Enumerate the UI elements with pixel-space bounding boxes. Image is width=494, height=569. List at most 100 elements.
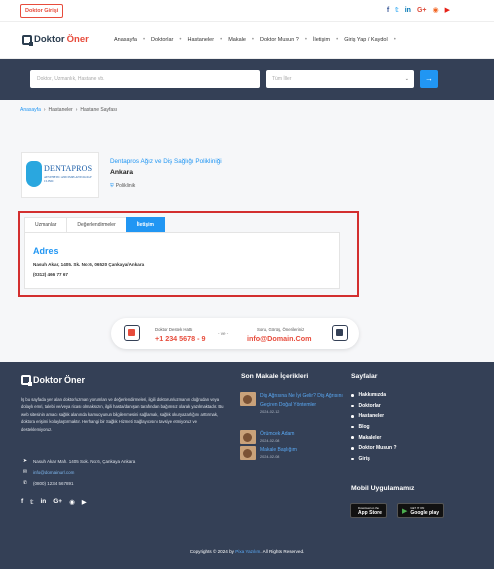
article-date: 2024-02-08 <box>260 439 280 443</box>
main-nav: Anasayfa • Doktorlar • Hastaneler • Makale • Dok… <box>114 37 402 43</box>
footer-page-link[interactable]: Doktorlar <box>351 401 397 412</box>
nav-separator-icon: • <box>179 37 182 43</box>
google-play-label: Google play <box>410 509 440 516</box>
doctor-login-button[interactable]: Doktor Girişi <box>20 4 64 18</box>
site-logo[interactable]: Doktor Öner <box>22 34 89 46</box>
article-item[interactable]: Makale Başlığım 2024-02-08 <box>240 446 350 460</box>
rss-icon[interactable]: ◉ <box>433 6 439 15</box>
tab-panel <box>24 232 340 289</box>
copyright-suffix: . All Rights Reserved. <box>260 549 305 554</box>
clinic-logo: DENTAPROS AESTHETIC AND IMPLANTOLOGY CLI… <box>21 152 99 198</box>
footer-address-text: Nasuh Akar Mah. 1405 Sok. No:6, Çankaya … <box>33 458 136 464</box>
app-store-label: App Store <box>358 509 382 516</box>
app-store-button[interactable]: Download on the App Store <box>350 503 387 518</box>
footer-page-label: Doktor Musun ? <box>358 445 397 452</box>
footer-linkedin-icon[interactable]: in <box>40 498 46 506</box>
footer-email[interactable]: ✉ info@domainurl.com <box>21 469 74 475</box>
city-select[interactable]: Tüm İller ⌄ <box>266 70 414 88</box>
nav-item-2[interactable]: Hastaneler <box>187 37 214 43</box>
search-input[interactable]: Doktor, Uzmanlık, Hastane vb. <box>30 70 260 88</box>
support-email[interactable]: info@Domain.Com <box>247 334 312 343</box>
breadcrumb-home[interactable]: Anasayfa <box>20 107 41 113</box>
copyright-prefix: Copyrights © 2024 by <box>189 549 234 554</box>
nav-separator-icon: • <box>251 37 255 43</box>
arrow-right-icon: → <box>425 74 433 83</box>
articles-heading: Son Makale İçerikleri <box>241 373 309 380</box>
article-title[interactable]: Örümcek Adam <box>260 430 350 439</box>
google-plus-icon[interactable]: G+ <box>417 6 427 15</box>
clinic-title[interactable]: Dentapros Ağız ve Diş Sağlığı Polikliniğ… <box>110 158 222 165</box>
footer-page-link[interactable]: Makaleler <box>351 432 397 443</box>
hospital-icon: ⛨ <box>110 183 114 189</box>
nav-item-3[interactable]: Makale <box>228 37 246 43</box>
nav-separator-icon: • <box>393 37 396 43</box>
footer-page-label: Giriş <box>358 455 370 462</box>
youtube-icon[interactable]: ▶ <box>445 6 450 15</box>
bullet-icon <box>351 394 354 397</box>
address-heading: Adres <box>33 246 59 256</box>
mail-icon <box>332 325 348 341</box>
nav-item-5[interactable]: İletişim <box>313 37 330 43</box>
footer-page-link[interactable]: Doktor Musun ? <box>351 443 397 454</box>
logo-text-oner: Öner <box>66 34 89 45</box>
location-icon: ➤ <box>22 458 28 464</box>
article-title[interactable]: Diş Ağrısına Ne İyi Gelir? Diş Ağrısını … <box>260 392 350 410</box>
top-bar: Doktor Girişi f 𝕥 in G+ ◉ ▶ <box>0 0 494 22</box>
google-play-button[interactable]: ▶ GET IT ON Google play <box>397 503 445 518</box>
logo-text-doktor: Doktor <box>34 34 65 45</box>
footer-page-link[interactable]: Giriş <box>351 454 397 465</box>
footer-email-text: info@domainurl.com <box>33 469 75 475</box>
search-button[interactable]: → <box>420 70 438 88</box>
support-line-label: Doktor Destek Hattı <box>155 327 193 332</box>
tab-0[interactable]: Uzmanlar <box>24 217 68 232</box>
article-item[interactable]: Örümcek Adam 2024-02-08 <box>240 430 350 444</box>
bullet-icon <box>351 415 354 418</box>
article-item[interactable]: Diş Ağrısına Ne İyi Gelir? Diş Ağrısını … <box>240 392 350 414</box>
footer-description: İş bu sayfada yer alan doktor/uzman yoru… <box>21 397 224 432</box>
support-mail-label: Soru, Görüş, Önerileriniz <box>257 327 305 332</box>
footer-page-link[interactable]: Hakkımızda <box>351 390 397 401</box>
footer-youtube-icon[interactable]: ▶ <box>82 498 87 506</box>
article-title[interactable]: Makale Başlığım <box>260 446 350 455</box>
footer-page-label: Hakkımızda <box>358 392 387 399</box>
chevron-down-icon: ⌄ <box>404 76 409 82</box>
article-thumbnail <box>240 392 256 406</box>
breadcrumb-hospitals[interactable]: Hastaneler <box>49 107 73 113</box>
clinic-logo-subtitle: AESTHETIC AND IMPLANTOLOGY CLINIC <box>44 175 92 183</box>
breadcrumb: Anasayfa › Hastaneler › Hastane Sayfası <box>20 107 117 113</box>
footer-twitter-icon[interactable]: 𝕥 <box>30 498 33 506</box>
footer-facebook-icon[interactable]: f <box>21 498 23 506</box>
footer-page-label: Doktorlar <box>358 402 381 409</box>
nav-item-1[interactable]: Doktorlar <box>151 37 173 43</box>
footer-social-links: f 𝕥 in G+ ◉ ▶ <box>21 498 87 506</box>
nav-separator-icon: • <box>336 37 339 43</box>
support-phone[interactable]: +1 234 5678 - 9 <box>155 334 206 343</box>
city-select-value: Tüm İller <box>272 76 292 82</box>
envelope-icon: ✉ <box>22 469 28 475</box>
footer-google-plus-icon[interactable]: G+ <box>53 498 62 506</box>
tab-1[interactable]: Değerlendirmeler <box>66 217 127 232</box>
footer-phone[interactable]: ✆ (0800) 1234 567891 <box>21 480 74 486</box>
support-phone-icon <box>124 325 140 341</box>
support-banner <box>111 318 359 349</box>
footer-page-link[interactable]: Blog <box>351 422 397 433</box>
clinic-city: Ankara <box>110 169 134 176</box>
support-or: - ve - <box>218 331 229 336</box>
bullet-icon <box>351 404 354 408</box>
apps-heading: Mobil Uygulamamız <box>351 485 415 492</box>
facebook-icon[interactable]: f <box>387 6 389 15</box>
copyright-brand[interactable]: Pixa Yazılım <box>235 549 260 554</box>
tab-2[interactable]: İletişim <box>125 217 165 232</box>
footer-page-link[interactable]: Hastaneler <box>351 411 397 422</box>
twitter-icon[interactable]: 𝕥 <box>395 6 399 15</box>
pages-list: Hakkımızda Doktorlar Hastaneler Blog Makalel… <box>351 390 397 464</box>
breadcrumb-separator-icon: › <box>75 107 78 113</box>
nav-item-0[interactable]: Anasayfa <box>114 37 137 43</box>
linkedin-icon[interactable]: in <box>405 6 411 15</box>
google-play-icon: ▶ <box>402 507 408 515</box>
nav-item-6[interactable]: Giriş Yap / Kaydol <box>344 37 388 43</box>
footer-rss-icon[interactable]: ◉ <box>69 498 75 506</box>
nav-item-4[interactable]: Doktor Musun ? <box>260 37 299 43</box>
clinic-type: ⛨ Poliklinik <box>110 183 135 189</box>
footer-logo[interactable]: Doktor Öner <box>21 375 85 386</box>
